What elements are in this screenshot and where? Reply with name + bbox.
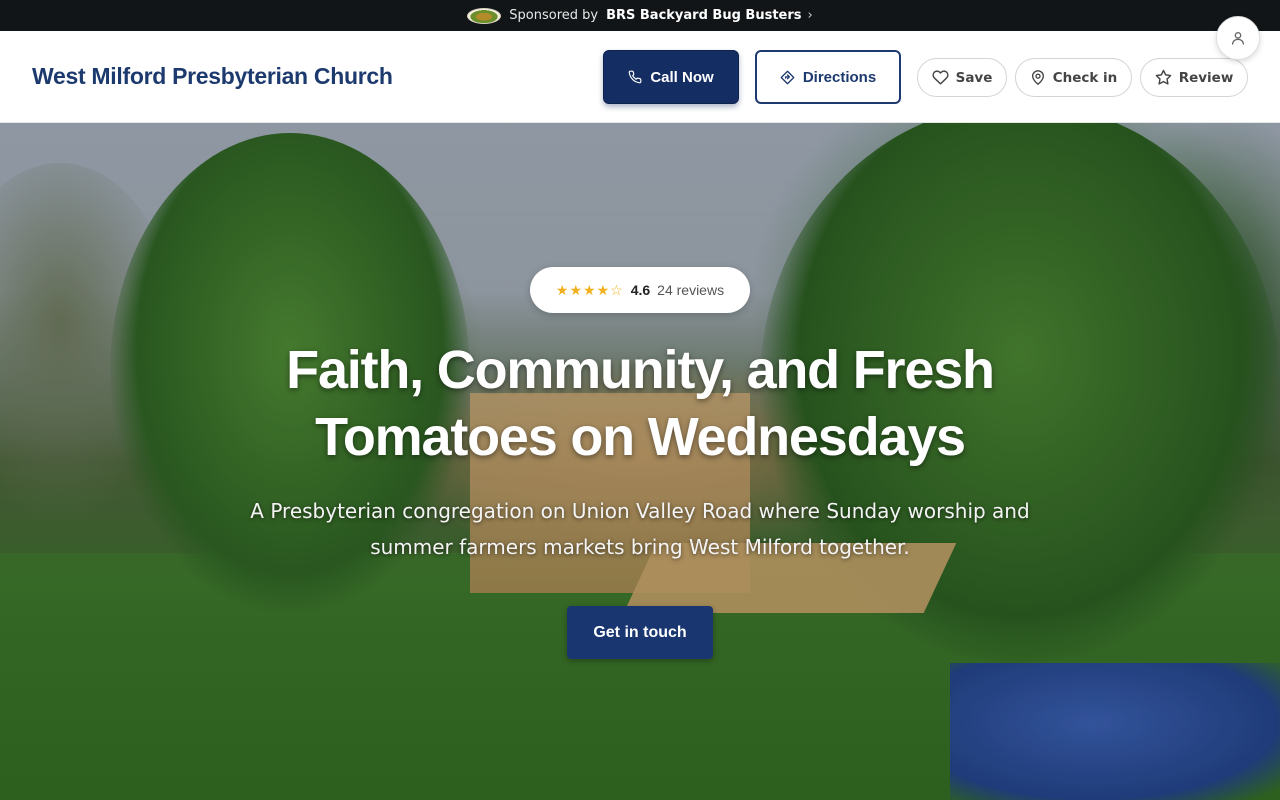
save-button[interactable]: Save [917,58,1007,97]
review-button[interactable]: Review [1140,58,1248,97]
user-account-button[interactable] [1216,16,1260,60]
brs-logo-icon [467,7,502,24]
site-title[interactable]: West Milford Presbyterian Church [32,63,393,90]
hero-section: ★★★★☆ 4.6 24 reviews Faith, Community, a… [0,123,1280,800]
directions-button[interactable]: Directions [755,50,901,104]
review-count: 24 reviews [657,282,725,298]
call-now-button[interactable]: Call Now [603,50,739,104]
rating-score: 4.6 [630,282,651,298]
hero-subtext: A Presbyterian congregation on Union Val… [250,499,1030,559]
user-icon [1230,30,1246,46]
check-in-label: Check in [1052,69,1118,86]
directions-label: Directions [802,68,877,86]
hero-headline: Faith, Community, and Fresh Tomatoes on … [286,340,995,467]
star-rating-icon: ★★★★☆ [555,281,624,298]
rating-badge[interactable]: ★★★★☆ 4.6 24 reviews [530,267,750,313]
sponsor-brand-link[interactable]: BRS Backyard Bug Busters [606,8,801,23]
star-icon [1155,69,1172,86]
phone-icon [628,70,642,84]
heart-icon [932,69,949,86]
chevron-right-icon: › [807,8,813,23]
check-in-button[interactable]: Check in [1015,58,1132,97]
save-label: Save [955,69,993,86]
get-in-touch-button[interactable]: Get in touch [567,606,713,659]
sponsor-prefix: Sponsored by [509,8,599,23]
directions-icon [780,70,795,85]
call-now-label: Call Now [650,68,714,86]
site-header: West Milford Presbyterian Church Call No… [0,31,1280,123]
map-pin-icon [1030,69,1046,86]
review-label: Review [1178,69,1234,86]
sponsor-bar[interactable]: Sponsored by BRS Backyard Bug Busters › [0,0,1280,31]
